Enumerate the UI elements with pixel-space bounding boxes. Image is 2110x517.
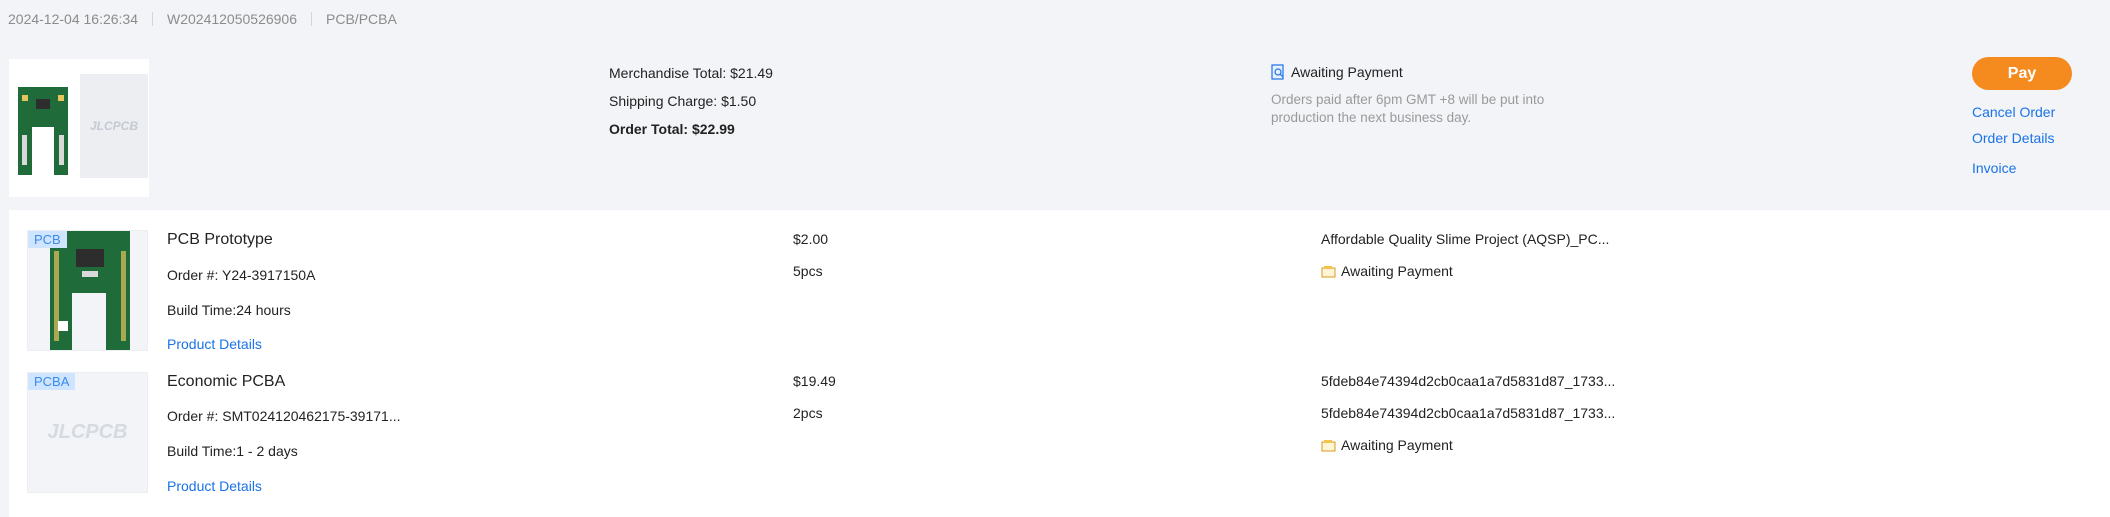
item-price: $19.49 xyxy=(793,373,836,389)
shipping-charge: Shipping Charge: $1.50 xyxy=(609,93,757,109)
order-actions: Pay Cancel Order Order Details Invoice xyxy=(1972,57,2072,176)
item-name: PCB Prototype xyxy=(167,231,273,248)
product-details-link[interactable]: Product Details xyxy=(167,478,262,494)
item-file-name: 5fdeb84e74394d2cb0caa1a7d5831d87_1733... xyxy=(1321,405,1616,421)
item-status-text: Awaiting Payment xyxy=(1341,263,1453,279)
merchandise-total: Merchandise Total: $21.49 xyxy=(609,65,773,81)
order-total: Order Total: $22.99 xyxy=(609,121,735,137)
order-item-pcba: PCBA JLCPCB Economic PCBA Order #: SMT02… xyxy=(9,352,2110,494)
payment-note: Orders paid after 6pm GMT +8 will be put… xyxy=(1271,92,1545,125)
order-category: PCB/PCBA xyxy=(326,10,397,27)
product-details-link[interactable]: Product Details xyxy=(167,336,262,352)
item-build-time: Build Time:24 hours xyxy=(167,302,291,318)
pcb-board-image xyxy=(50,231,130,350)
item-file-name: Affordable Quality Slime Project (AQSP)_… xyxy=(1321,231,1610,247)
item-file-name: 5fdeb84e74394d2cb0caa1a7d5831d87_1733... xyxy=(1321,373,1616,389)
item-order-number: Order #: Y24-3917150A xyxy=(167,267,316,283)
jlcpcb-placeholder-logo: JLCPCB xyxy=(47,421,128,443)
order-status-text: Awaiting Payment xyxy=(1291,64,1403,80)
wallet-icon xyxy=(1321,265,1336,277)
order-summary: JLCPCB Merchandise Total: $21.49 Shippin… xyxy=(0,38,2110,208)
item-quantity: 5pcs xyxy=(793,263,823,279)
item-tag: PCB xyxy=(28,231,67,248)
pcba-product-image[interactable]: PCBA JLCPCB xyxy=(27,372,148,493)
pcb-mini-image xyxy=(18,87,68,175)
item-tag: PCBA xyxy=(28,373,76,390)
order-item-pcb: PCB PCB Prototype Order #: Y24-3917150A … xyxy=(9,210,2110,352)
item-price: $2.00 xyxy=(793,231,829,247)
item-quantity: 2pcs xyxy=(793,405,823,421)
pcba-mini-placeholder: JLCPCB xyxy=(80,74,148,178)
order-datetime: 2024-12-04 16:26:34 xyxy=(8,10,138,27)
order-details-link[interactable]: Order Details xyxy=(1972,130,2072,146)
divider xyxy=(152,11,153,26)
wallet-icon xyxy=(1321,439,1336,451)
item-order-number: Order #: SMT024120462175-39171... xyxy=(167,408,401,424)
pay-button[interactable]: Pay xyxy=(1972,57,2072,90)
search-document-icon xyxy=(1271,64,1284,80)
order-items: PCB PCB Prototype Order #: Y24-3917150A … xyxy=(9,210,2110,517)
invoice-link[interactable]: Invoice xyxy=(1972,160,2072,176)
item-build-time: Build Time:1 - 2 days xyxy=(167,443,298,459)
pcb-product-image[interactable]: PCB xyxy=(27,230,148,351)
item-status-text: Awaiting Payment xyxy=(1341,437,1453,453)
order-header: 2024-12-04 16:26:34 W202412050526906 PCB… xyxy=(0,0,2110,37)
order-status: Awaiting Payment Orders paid after 6pm G… xyxy=(1271,59,1571,127)
item-name: Economic PCBA xyxy=(167,373,286,390)
order-totals: Merchandise Total: $21.49 Shipping Charg… xyxy=(609,59,773,143)
cancel-order-link[interactable]: Cancel Order xyxy=(1972,104,2072,120)
divider xyxy=(311,11,313,26)
item-status: Awaiting Payment xyxy=(1321,437,1453,453)
item-status: Awaiting Payment xyxy=(1321,263,1453,279)
order-id: W202412050526906 xyxy=(167,10,298,27)
